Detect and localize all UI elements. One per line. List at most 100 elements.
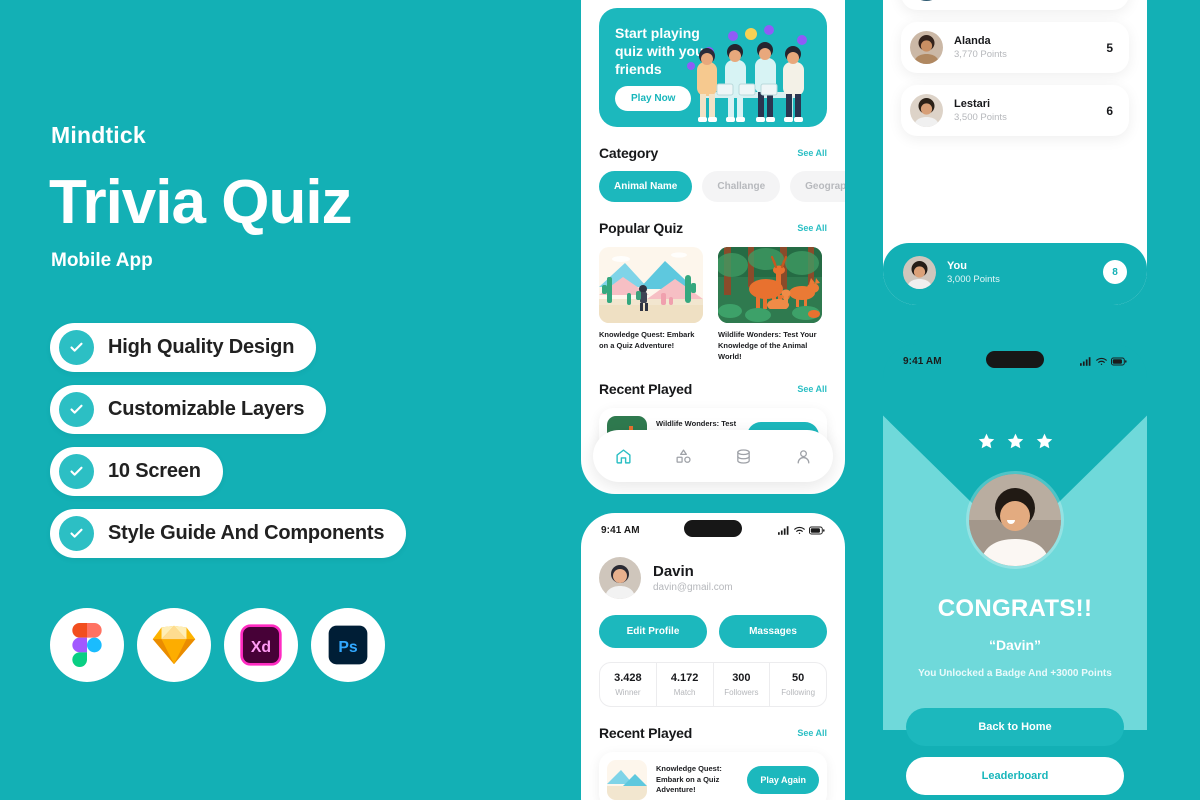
recent-item-caption: Knowledge Quest: Embark on a Quiz Advent…	[656, 763, 722, 795]
figma-icon	[50, 608, 124, 682]
popular-quiz-see-all[interactable]: See All	[797, 223, 827, 233]
nav-profile[interactable]	[783, 436, 823, 476]
popular-quiz-header: Popular Quiz See All	[599, 220, 827, 236]
play-again-button[interactable]: Play Again	[747, 766, 819, 794]
stat-value: 50	[792, 672, 805, 684]
feature-list: High Quality Design Customizable Layers …	[50, 323, 407, 571]
hiker-mountain-illustration	[599, 247, 703, 323]
sketch-icon	[137, 608, 211, 682]
quiz-card-caption: Wildlife Wonders: Test Your Knowledge of…	[718, 330, 817, 361]
recent-played-see-all[interactable]: See All	[797, 384, 827, 394]
congrats-description: You Unlocked a Badge And +3000 Points	[918, 668, 1112, 679]
profile-recent-see-all[interactable]: See All	[797, 728, 827, 738]
congrats-title: CONGRATS!!	[937, 595, 1093, 622]
category-title: Category	[599, 145, 659, 161]
promo-panel: Mindtick Trivia Quiz Mobile App High Qua…	[0, 0, 570, 800]
nav-home[interactable]	[603, 436, 643, 476]
phone-leaderboard-screen: 7,000 Points 2 1 5,000 Points 3 David 4,…	[883, 0, 1147, 305]
leaderboard-row[interactable]: Alanda 3,770 Points 5	[901, 22, 1129, 73]
popular-quiz-title: Popular Quiz	[599, 220, 683, 236]
recent-played-header: Recent Played See All	[599, 381, 827, 397]
star-icon	[1007, 433, 1023, 449]
nav-library[interactable]	[723, 436, 763, 476]
stat-label: Followers	[724, 688, 759, 697]
category-see-all[interactable]: See All	[797, 148, 827, 158]
forest-deer-illustration	[718, 247, 822, 323]
cellular-icon	[778, 525, 789, 535]
dynamic-island	[684, 520, 742, 537]
profile-recent-header: Recent Played See All	[599, 725, 827, 741]
quiz-card[interactable]: Wildlife Wonders: Test Your Knowledge of…	[718, 247, 822, 363]
phone-home-screen: Start playing quiz with your friends Pla…	[581, 0, 845, 494]
back-to-home-button[interactable]: Back to Home	[906, 708, 1124, 746]
avatar	[599, 557, 641, 599]
bottom-navigation	[593, 430, 833, 482]
profile-recent-title: Recent Played	[599, 725, 693, 741]
avatar	[910, 94, 943, 127]
check-icon	[59, 392, 94, 427]
check-icon	[59, 454, 94, 489]
edit-profile-button[interactable]: Edit Profile	[599, 615, 707, 648]
status-bar-time: 9:41 AM	[601, 524, 640, 536]
messages-button[interactable]: Massages	[719, 615, 827, 648]
profile-name: Davin	[653, 563, 694, 580]
brand-name: Mindtick	[51, 122, 146, 148]
page-subtitle: Mobile App	[51, 250, 153, 271]
svg-text:Ps: Ps	[338, 639, 358, 656]
your-rank-name: You	[947, 259, 967, 272]
stat-label: Match	[673, 688, 696, 697]
dynamic-island	[986, 351, 1044, 368]
stat-followers: 300 Followers	[714, 663, 771, 706]
category-chip-list: Animal Name Challange Geograp	[599, 171, 845, 202]
battery-icon	[1111, 357, 1127, 366]
status-bar-icons	[778, 525, 825, 535]
profile-action-buttons: Edit Profile Massages	[599, 615, 827, 648]
stat-label: Following	[781, 688, 816, 697]
congrats-username: “Davin”	[988, 637, 1042, 653]
nav-category[interactable]	[663, 436, 703, 476]
tool-icon-list: Xd Ps	[50, 608, 385, 682]
recent-played-item[interactable]: Knowledge Quest: Embark on a Quiz Advent…	[599, 752, 827, 800]
page-title: Trivia Quiz	[49, 168, 353, 237]
stat-value: 3.428	[614, 672, 642, 684]
wifi-icon	[1096, 357, 1107, 365]
avatar	[910, 0, 943, 1]
photoshop-icon: Ps	[311, 608, 385, 682]
stat-value: 300	[732, 672, 751, 684]
feature-item: High Quality Design	[50, 323, 317, 372]
phone-congrats-screen: 9:41 AM CONGRATS!! “Davin” You Unlocked …	[883, 344, 1147, 800]
your-rank-points: 3,000 Points	[947, 273, 1000, 285]
leaderboard-row[interactable]: David 4,000 Points 4	[901, 0, 1129, 10]
check-icon	[59, 330, 94, 365]
cellular-icon	[1080, 356, 1091, 366]
feature-label: Style Guide And Components	[108, 522, 385, 544]
profile-header: Davin davin@gmail.com	[599, 557, 827, 599]
avatar	[903, 255, 936, 289]
feature-item: Customizable Layers	[50, 385, 327, 434]
stat-label: Winner	[615, 688, 641, 697]
phone-profile-screen: 9:41 AM Davin davin@gmail.com Edit Profi…	[581, 513, 845, 800]
category-chip-animal-name[interactable]: Animal Name	[599, 171, 693, 202]
leaderboard-button[interactable]: Leaderboard	[906, 757, 1124, 795]
star-icon	[978, 433, 994, 449]
leaderboard-row[interactable]: Lestari 3,500 Points 6	[901, 85, 1129, 136]
stat-following: 50 Following	[770, 663, 826, 706]
avatar	[966, 471, 1064, 569]
leaderboard-your-rank: You 3,000 Points 8	[883, 243, 1147, 305]
recent-played-title: Recent Played	[599, 380, 693, 397]
feature-item: 10 Screen	[50, 447, 223, 496]
leaderboard-rank: 6	[1106, 103, 1113, 118]
popular-quiz-list: Knowledge Quest: Embark on a Quiz Advent…	[599, 247, 827, 363]
status-bar: 9:41 AM	[883, 344, 1147, 378]
leaderboard-points: 3,500 Points	[954, 112, 1007, 123]
profile-stats: 3.428 Winner 4.172 Match 300 Followers 5…	[599, 662, 827, 707]
star-rating	[977, 432, 1054, 451]
feature-label: Customizable Layers	[108, 398, 305, 420]
quiz-card[interactable]: Knowledge Quest: Embark on a Quiz Advent…	[599, 247, 703, 363]
category-header: Category See All	[599, 145, 827, 161]
feature-label: 10 Screen	[108, 460, 201, 482]
congrats-actions: Back to Home Leaderboard	[906, 708, 1124, 795]
quiz-card-caption: Knowledge Quest: Embark on a Quiz Advent…	[599, 330, 695, 350]
category-chip-challange[interactable]: Challange	[702, 171, 781, 202]
category-chip-geography[interactable]: Geograp	[790, 171, 845, 202]
